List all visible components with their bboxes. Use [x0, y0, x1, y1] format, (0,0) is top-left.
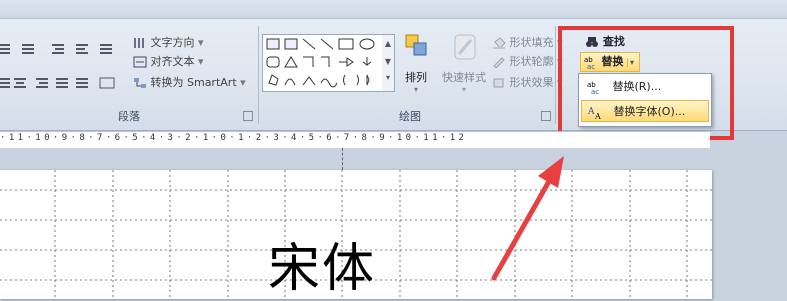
paragraph-group-title: 段落 — [118, 110, 140, 123]
text-direction-icon — [133, 37, 147, 49]
shape-effects-label: 形状效果 — [509, 76, 554, 89]
paint-bucket-icon — [492, 37, 506, 49]
align-text-label: 对齐文本 — [150, 55, 195, 68]
align-text-button[interactable]: 对齐文本 ▾ — [133, 53, 204, 71]
smartart-icon — [133, 77, 147, 89]
align-text-icon — [133, 56, 147, 68]
dialog-launcher-icon[interactable] — [243, 111, 253, 121]
center-guide — [342, 148, 343, 170]
ribbon-top-edge — [0, 0, 787, 19]
arrange-dropdown-icon: ▾ — [413, 85, 418, 94]
quick-styles-label: 快速样式 — [442, 71, 486, 84]
arrange-icon — [405, 34, 427, 56]
gallery-expand-icon[interactable]: ▾ — [382, 71, 394, 85]
arrange-label: 排列 — [405, 71, 427, 84]
quick-styles-dropdown-icon: ▾ — [461, 85, 466, 94]
paragraph-controls — [0, 40, 130, 104]
group-separator — [258, 26, 259, 124]
shape-outline-button[interactable]: 形状轮廓 ▾ — [492, 53, 563, 71]
convert-smartart-button[interactable]: 转换为 SmartArt ▾ — [133, 74, 246, 92]
quick-styles-button[interactable]: 快速样式 ▾ — [438, 32, 490, 102]
group-separator-2 — [555, 26, 556, 124]
convert-smartart-label: 转换为 SmartArt — [150, 76, 237, 89]
arrange-button[interactable]: 排列 ▾ — [398, 32, 434, 102]
text-direction-button[interactable]: 文字方向 ▾ — [133, 34, 204, 52]
text-direction-label: 文字方向 — [150, 36, 195, 49]
annotation-arrow-icon — [491, 156, 564, 281]
shape-effects-icon — [492, 77, 506, 89]
shape-effects-button[interactable]: 形状效果 ▾ — [492, 74, 563, 92]
scroll-down-icon[interactable]: ▼ — [382, 53, 394, 71]
quick-styles-icon — [454, 34, 476, 60]
scroll-up-icon[interactable]: ▲ — [382, 35, 394, 53]
shapes-icons — [266, 38, 375, 88]
ruler-labels: ·11·10·9·8·7·6·5·4·3·2·1·0·1·2·3·4·5·6·7… — [0, 133, 468, 143]
shape-fill-label: 形状填充 — [509, 36, 554, 49]
drawing-group-title: 绘图 — [399, 110, 421, 123]
shape-fill-button[interactable]: 形状填充 ▾ — [492, 34, 563, 52]
slide-text[interactable]: 宋体 — [268, 226, 376, 301]
shape-outline-label: 形状轮廓 — [509, 55, 554, 68]
pencil-icon — [492, 56, 506, 69]
gallery-scrollbar[interactable]: ▲ ▼ ▾ — [382, 34, 395, 92]
shapes-gallery[interactable] — [262, 34, 384, 92]
paragraph-format-icons — [0, 44, 115, 89]
drawing-dialog-launcher-icon[interactable] — [541, 111, 551, 121]
highlight-annotation-box — [558, 26, 734, 140]
